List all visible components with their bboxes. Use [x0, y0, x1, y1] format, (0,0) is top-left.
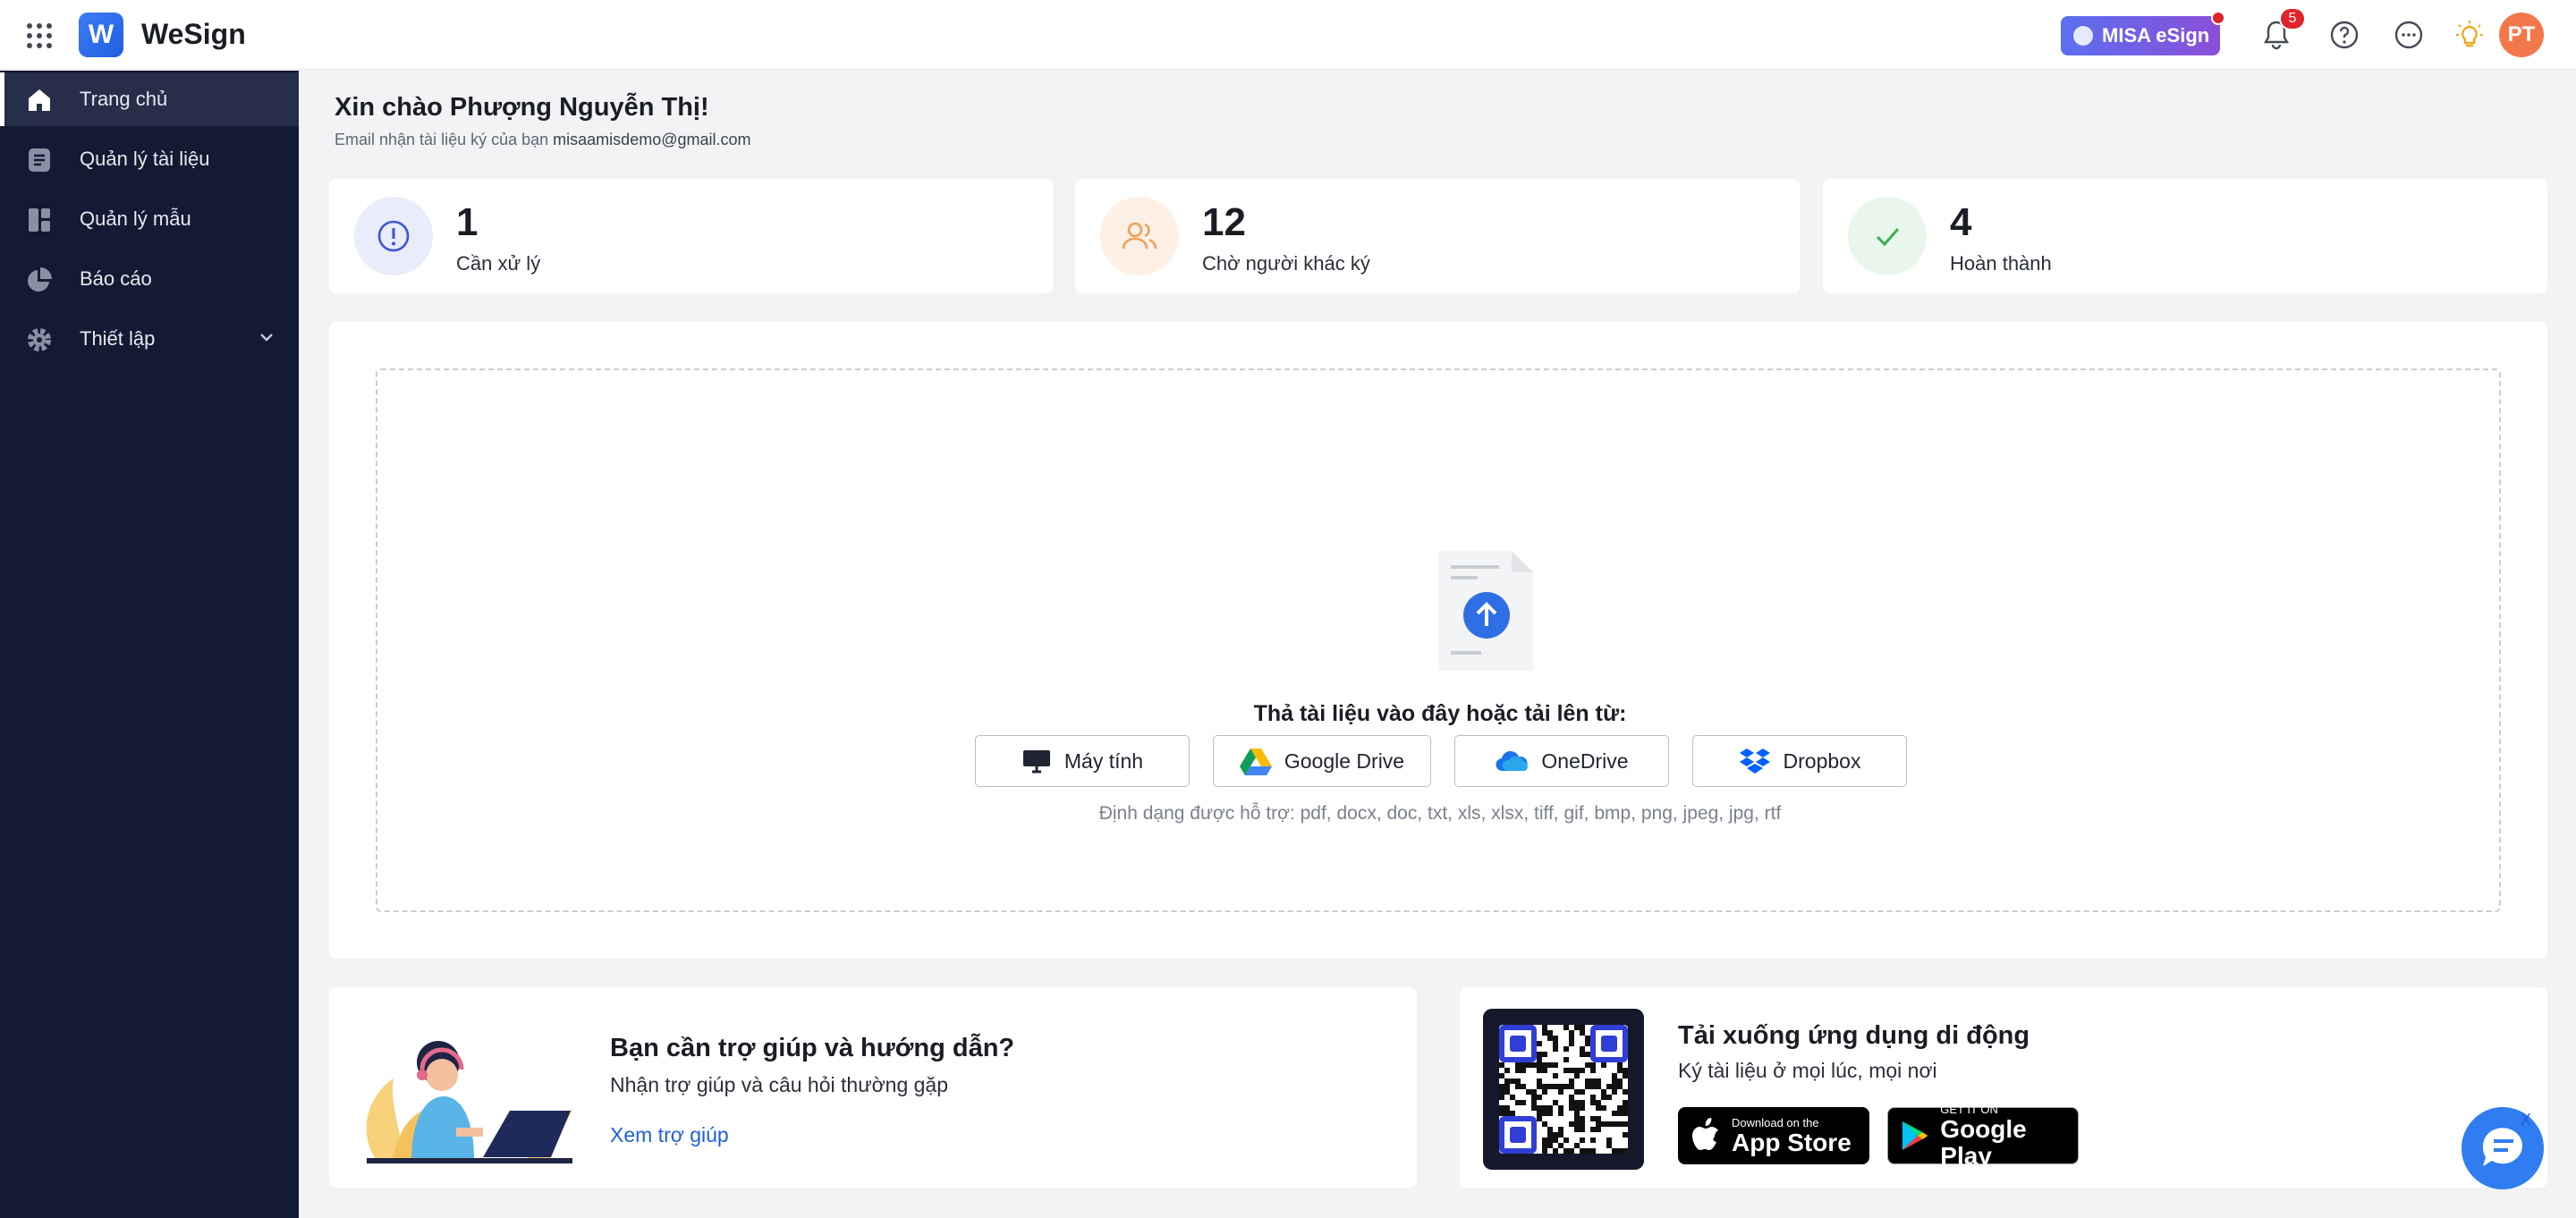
upload-source-label: Google Drive — [1284, 749, 1405, 773]
chat-support-button[interactable] — [2462, 1107, 2544, 1189]
sidebar-item-label: Báo cáo — [80, 267, 152, 290]
supported-formats: Định dạng được hỗ trợ: pdf, docx, doc, t… — [1098, 803, 1782, 824]
document-list-icon — [25, 146, 54, 174]
app-store-text: App Store — [1732, 1128, 1852, 1156]
app-store-small-text: Download on the — [1732, 1115, 1819, 1129]
stat-card-pending[interactable]: 1 Cần xử lý — [329, 179, 1054, 293]
onedrive-icon — [1496, 750, 1529, 772]
chevron-down-icon[interactable] — [258, 328, 275, 351]
help-circle-icon[interactable] — [2327, 18, 2361, 52]
sidebar-item-label: Thiết lập — [80, 327, 156, 350]
upload-computer-button[interactable]: Máy tính — [975, 735, 1190, 787]
upload-source-label: Dropbox — [1783, 749, 1861, 773]
apple-icon — [1692, 1118, 1718, 1150]
app-title: Tải xuống ứng dụng di động — [1678, 1021, 2030, 1050]
view-help-link[interactable]: Xem trợ giúp — [610, 1123, 729, 1147]
drop-instruction: Thả tài liệu vào đây hoặc tải lên từ: — [1253, 701, 1627, 726]
sidebar-item-settings[interactable]: Thiết lập — [0, 312, 299, 366]
wesign-logo[interactable]: W — [79, 13, 123, 57]
stat-value: 12 — [1202, 200, 1246, 244]
email-prefix: Email nhận tài liệu ký của bạn — [335, 131, 549, 148]
help-subtitle: Nhận trợ giúp và câu hỏi thường gặp — [610, 1073, 949, 1096]
upload-onedrive-button[interactable]: OneDrive — [1454, 735, 1669, 787]
google-play-small-text: GET IT ON — [1940, 1102, 1998, 1116]
sidebar-item-templates[interactable]: Quản lý mẫu — [0, 192, 299, 246]
checkmark-icon — [1848, 197, 1927, 275]
upload-google-drive-button[interactable]: Google Drive — [1213, 735, 1431, 787]
misa-alert-dot — [2211, 11, 2225, 25]
upload-panel: Thả tài liệu vào đây hoặc tải lên từ: Má… — [329, 322, 2547, 959]
stat-card-waiting[interactable]: 12 Chờ người khác ký — [1075, 179, 1800, 293]
google-drive-icon — [1239, 749, 1272, 775]
gear-icon — [25, 326, 54, 354]
stat-label: Cần xử lý — [456, 252, 541, 275]
sidebar-item-home[interactable]: Trang chủ — [0, 72, 299, 126]
sidebar: Trang chủ Quản lý tài liệu Quản lý mẫu B… — [0, 71, 299, 1218]
user-avatar[interactable]: PT — [2499, 13, 2544, 57]
email-info: Email nhận tài liệu ký của bạn misaamisd… — [335, 131, 751, 149]
email-address: misaamisdemo@gmail.com — [553, 131, 751, 148]
stat-label: Chờ người khác ký — [1202, 252, 1370, 275]
misa-esign-button[interactable]: MISA eSign — [2061, 16, 2220, 55]
upload-source-label: Máy tính — [1063, 749, 1144, 773]
sidebar-item-label: Trang chủ — [80, 88, 168, 110]
stat-value: 1 — [456, 200, 479, 244]
file-dropzone[interactable]: Thả tài liệu vào đây hoặc tải lên từ: Má… — [376, 368, 2501, 912]
sidebar-item-label: Quản lý tài liệu — [80, 148, 210, 170]
support-agent-illustration — [349, 1034, 583, 1174]
alert-circle-icon — [354, 197, 433, 275]
apps-grid-icon[interactable] — [27, 23, 52, 48]
stat-value: 4 — [1950, 200, 1972, 244]
chat-close-icon[interactable]: X — [2521, 1111, 2531, 1129]
misa-esign-label: MISA eSign — [2102, 24, 2210, 47]
google-play-icon — [1902, 1121, 1928, 1151]
help-card: Bạn cần trợ giúp và hướng dẫn? Nhận trợ … — [329, 987, 1417, 1188]
notification-count-badge: 5 — [2279, 7, 2306, 30]
greeting-title: Xin chào Phượng Nguyễn Thị! — [335, 93, 709, 122]
stat-card-completed[interactable]: 4 Hoàn thành — [1823, 179, 2547, 293]
qr-code — [1483, 1009, 1644, 1170]
users-icon — [1100, 197, 1179, 275]
home-icon — [25, 86, 54, 114]
lightbulb-icon[interactable] — [2453, 18, 2487, 52]
chat-bubble-icon — [2482, 1128, 2522, 1166]
upload-document-icon — [1436, 549, 1537, 677]
help-title: Bạn cần trợ giúp và hướng dẫn? — [610, 1034, 1015, 1062]
top-bar: W WeSign MISA eSign 5 PT — [0, 0, 2576, 70]
dropbox-icon — [1739, 749, 1770, 774]
app-subtitle: Ký tài liệu ở mọi lúc, mọi nơi — [1678, 1059, 1937, 1082]
google-play-button[interactable]: GET IT ON Google Play — [1887, 1103, 2079, 1169]
sidebar-item-label: Quản lý mẫu — [80, 207, 191, 230]
app-store-button[interactable]: Download on the App Store — [1678, 1107, 1869, 1164]
google-play-text: Google Play — [1940, 1114, 2027, 1170]
mobile-app-card: Tải xuống ứng dụng di động Ký tài liệu ở… — [1460, 987, 2547, 1188]
monitor-icon — [1022, 750, 1050, 774]
sidebar-item-reports[interactable]: Báo cáo — [0, 252, 299, 306]
pie-chart-icon — [25, 266, 54, 294]
more-options-icon[interactable] — [2392, 18, 2426, 52]
sidebar-item-documents[interactable]: Quản lý tài liệu — [0, 132, 299, 186]
template-icon — [25, 206, 54, 234]
stat-label: Hoàn thành — [1950, 252, 2052, 275]
upload-dropbox-button[interactable]: Dropbox — [1692, 735, 1907, 787]
brand-name: WeSign — [141, 18, 246, 50]
upload-source-label: OneDrive — [1541, 749, 1629, 773]
misa-logo-icon — [2073, 26, 2093, 46]
